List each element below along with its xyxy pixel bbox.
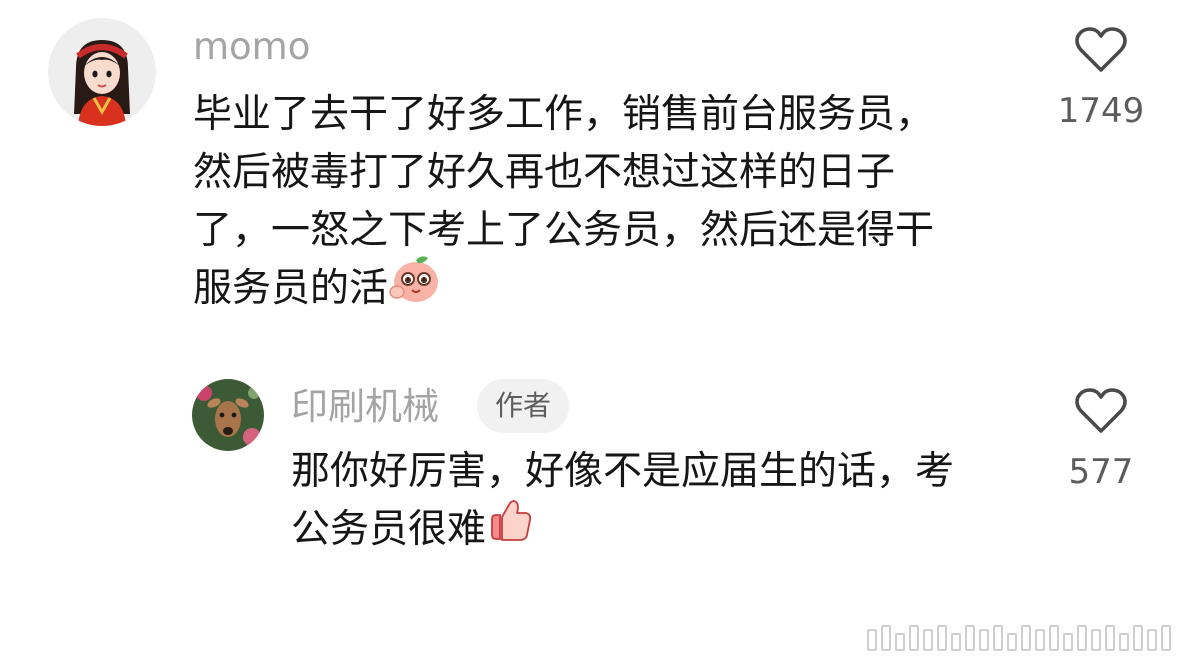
heart-icon[interactable]: [1075, 387, 1127, 439]
reply-username[interactable]: 印刷机械: [291, 388, 439, 425]
avatar-momo[interactable]: [48, 18, 156, 126]
watermark-logo: [867, 625, 1171, 651]
heart-icon[interactable]: [1075, 26, 1127, 78]
comment-text: 毕业了去干了好多工作，销售前台服务员， 然后被毒打了好久再也不想过这样的日子 了…: [193, 86, 934, 321]
comment-username[interactable]: momo: [193, 28, 310, 65]
reply-text: 那你好厉害，好像不是应届生的话，考 公务员很难: [291, 443, 954, 560]
reply-text-line: 公务员很难: [291, 507, 487, 552]
comment-text-line: 毕业了去干了好多工作，销售前台服务员，: [193, 92, 935, 137]
reply-text-last-line: 公务员很难: [291, 500, 954, 560]
comment-text-line: 然后被毒打了好久再也不想过这样的日子: [193, 150, 896, 195]
comment-text-line: 服务员的活: [193, 266, 389, 311]
face-palm-cheek-emoji: [388, 254, 442, 321]
author-badge: 作者: [477, 379, 570, 433]
like-count: 1749: [1057, 91, 1145, 131]
thumbs-up-emoji: [486, 497, 534, 560]
comment-text-last-line: 服务员的活: [193, 256, 934, 321]
comment-text-line: 了，一怒之下考上了公务员，然后还是得干: [193, 208, 935, 253]
avatar-reply-user[interactable]: [192, 379, 264, 451]
reply-like-count: 577: [1068, 452, 1134, 492]
reply-text-line: 那你好厉害，好像不是应届生的话，考: [291, 449, 955, 494]
